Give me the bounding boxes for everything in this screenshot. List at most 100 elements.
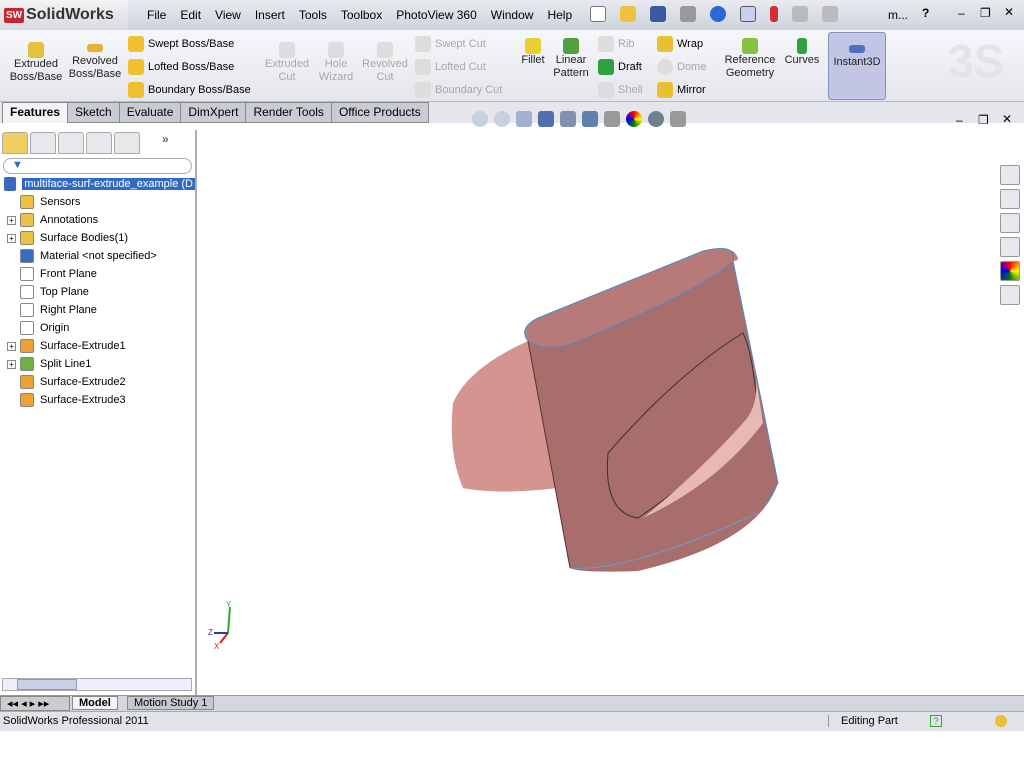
help-status-icon[interactable]: ? (930, 715, 942, 727)
curves-icon (797, 38, 807, 54)
tree-item[interactable]: Sensors (0, 193, 195, 211)
tree-root[interactable]: multiface-surf-extrude_example (D (0, 175, 195, 193)
tree-item[interactable]: Surface-Extrude3 (0, 391, 195, 409)
select-icon[interactable] (740, 6, 756, 22)
configurationmanager-tab-icon[interactable] (58, 132, 84, 154)
boundary-cut-button[interactable]: Boundary Cut (415, 82, 502, 98)
lofted-boss-button[interactable]: Lofted Boss/Base (128, 59, 234, 75)
featuremanager-tab-icon[interactable] (2, 132, 28, 154)
svg-text:X: X (214, 642, 220, 651)
tree-item[interactable]: Origin (0, 319, 195, 337)
dome-button[interactable]: Dome (657, 59, 706, 75)
revolved-boss-button[interactable]: Revolved Boss/Base (66, 42, 124, 81)
tree-item[interactable]: Front Plane (0, 265, 195, 283)
expand-icon[interactable]: + (7, 233, 16, 243)
menu-help[interactable]: Help (540, 8, 579, 22)
file-properties-icon[interactable] (792, 6, 808, 22)
expand-icon[interactable]: + (7, 341, 16, 351)
linear-pattern-button[interactable]: Linear Pattern (550, 38, 592, 80)
lofted-cut-icon (415, 59, 431, 75)
expand-icon[interactable]: + (7, 359, 16, 369)
print-icon[interactable] (680, 6, 696, 22)
lofted-cut-button[interactable]: Lofted Cut (415, 59, 486, 75)
feature-icon (20, 321, 34, 335)
part-model[interactable] (198, 123, 1024, 695)
options-icon[interactable] (822, 6, 838, 22)
minimize-icon[interactable]: – (958, 6, 965, 20)
draft-button[interactable]: Draft (598, 59, 642, 75)
tree-item[interactable]: + Split Line1 (0, 355, 195, 373)
revolve-icon (87, 44, 103, 53)
feature-icon (20, 231, 34, 245)
boundary-icon (128, 82, 144, 98)
reference-geometry-button[interactable]: Reference Geometry (722, 38, 778, 80)
tab-features[interactable]: Features (2, 102, 69, 123)
tree-item[interactable]: + Surface Bodies(1) (0, 229, 195, 247)
curves-button[interactable]: Curves (782, 38, 822, 67)
tab-motion-study[interactable]: Motion Study 1 (127, 696, 215, 710)
restore-icon[interactable]: ❐ (980, 6, 991, 20)
save-icon[interactable] (650, 6, 666, 22)
expand-chevron-icon[interactable]: » (162, 132, 169, 154)
solidworks-logo[interactable]: SW SolidWorks (0, 0, 128, 30)
propertymanager-tab-icon[interactable] (30, 132, 56, 154)
wrap-button[interactable]: Wrap (657, 36, 703, 52)
tab-model[interactable]: Model (72, 696, 118, 710)
swept-icon (128, 36, 144, 52)
tab-office-products[interactable]: Office Products (330, 102, 429, 123)
new-icon[interactable] (590, 6, 606, 22)
tab-render-tools[interactable]: Render Tools (245, 102, 332, 123)
menu-photoview[interactable]: PhotoView 360 (389, 8, 484, 22)
shell-button[interactable]: Shell (598, 82, 642, 98)
help-icon[interactable]: ? (922, 6, 929, 20)
tree-item[interactable]: + Annotations (0, 211, 195, 229)
tree-item[interactable]: Right Plane (0, 301, 195, 319)
hole-wizard-button[interactable]: Hole Wizard (314, 42, 358, 84)
wrap-icon (657, 36, 673, 52)
tab-scroll-arrows[interactable]: ◂◂ ◂ ▸ ▸▸ (0, 696, 70, 711)
menu-toolbox[interactable]: Toolbox (334, 8, 389, 22)
revolved-cut-icon (377, 42, 393, 58)
feature-icon (20, 195, 34, 209)
dimxpertmanager-tab-icon[interactable] (86, 132, 112, 154)
graphics-viewport[interactable]: – ❐ ✕ YZX (198, 111, 1024, 695)
swept-boss-button[interactable]: Swept Boss/Base (128, 36, 234, 52)
tree-item[interactable]: Surface-Extrude2 (0, 373, 195, 391)
menu-tools[interactable]: Tools (292, 8, 334, 22)
instant3d-button[interactable]: Instant3D (828, 32, 886, 100)
open-icon[interactable] (620, 6, 636, 22)
tag-icon[interactable] (995, 715, 1007, 727)
expand-icon[interactable]: + (7, 215, 16, 225)
undo-icon[interactable] (710, 6, 726, 22)
tree-filter-input[interactable]: ▼ (3, 158, 192, 174)
swept-cut-button[interactable]: Swept Cut (415, 36, 486, 52)
tree-item[interactable]: Top Plane (0, 283, 195, 301)
instant3d-icon (849, 45, 865, 54)
mirror-button[interactable]: Mirror (657, 82, 706, 98)
tree-item[interactable]: + Surface-Extrude1 (0, 337, 195, 355)
displaymanager-tab-icon[interactable] (114, 132, 140, 154)
tab-evaluate[interactable]: Evaluate (118, 102, 182, 123)
extruded-boss-button[interactable]: Extruded Boss/Base (8, 42, 64, 84)
menu-view[interactable]: View (208, 8, 248, 22)
menu-window[interactable]: Window (484, 8, 541, 22)
tree-item[interactable]: Material <not specified> (0, 247, 195, 265)
menu-edit[interactable]: Edit (173, 8, 208, 22)
draft-icon (598, 59, 614, 75)
tab-sketch[interactable]: Sketch (67, 102, 120, 123)
mirror-icon (657, 82, 673, 98)
tab-dimxpert[interactable]: DimXpert (180, 102, 247, 123)
fillet-button[interactable]: Fillet (518, 38, 548, 67)
rib-icon (598, 36, 614, 52)
close-icon[interactable]: ✕ (1004, 5, 1014, 19)
extruded-cut-button[interactable]: Extruded Cut (262, 42, 312, 84)
menu-file[interactable]: File (140, 8, 173, 22)
menu-insert[interactable]: Insert (248, 8, 292, 22)
loft-icon (128, 59, 144, 75)
rib-button[interactable]: Rib (598, 36, 635, 52)
search-truncated[interactable]: m... (888, 8, 908, 22)
revolved-cut-button[interactable]: Revolved Cut (360, 42, 410, 84)
boundary-boss-button[interactable]: Boundary Boss/Base (128, 82, 251, 98)
horizontal-scrollbar[interactable] (2, 678, 192, 691)
rebuild-icon[interactable] (770, 6, 778, 22)
